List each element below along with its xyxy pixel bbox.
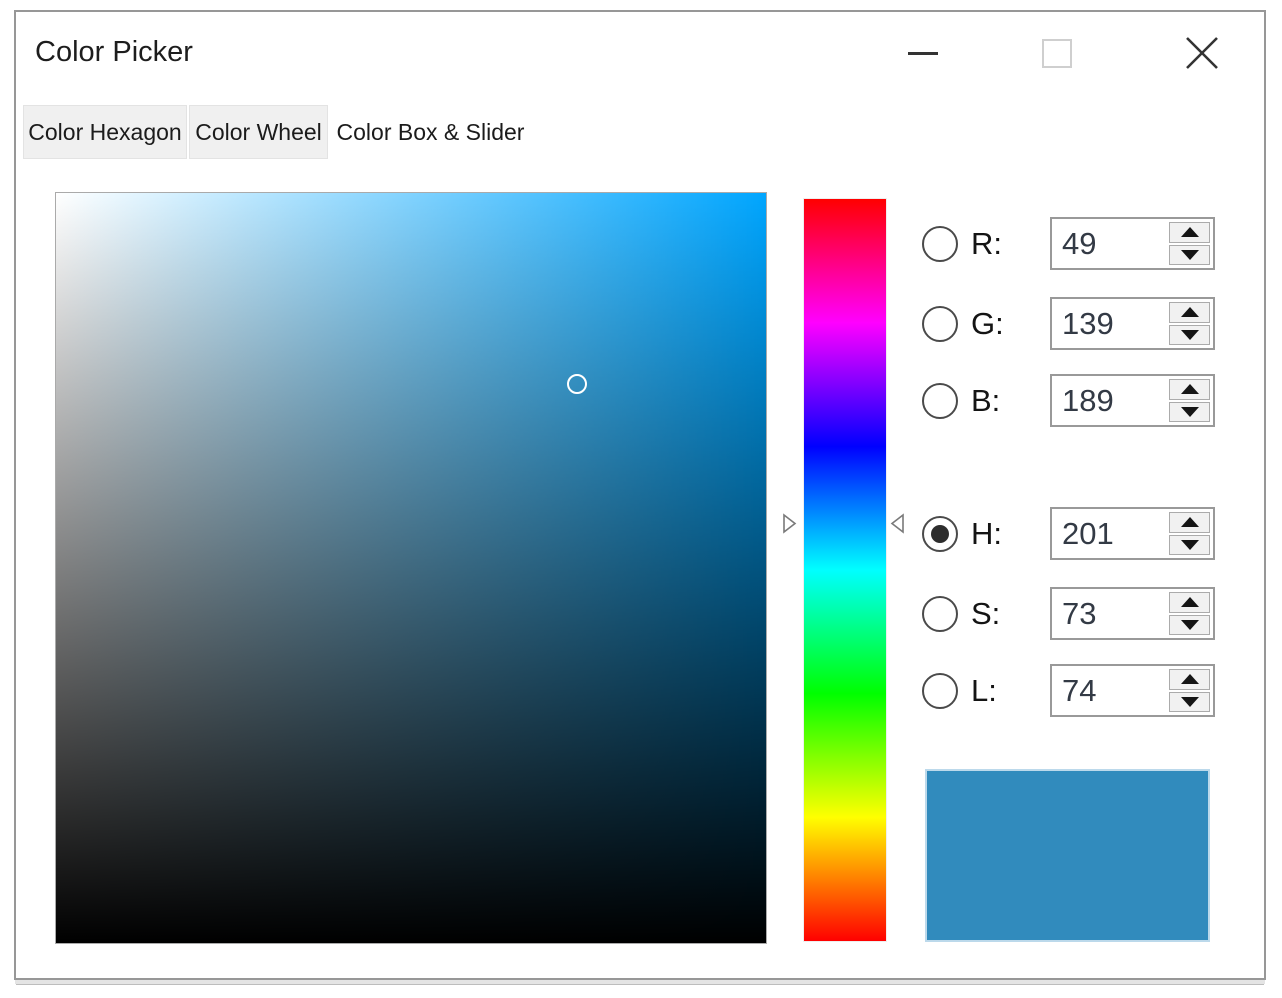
spin-up-icon — [1181, 307, 1199, 317]
saturation-spin-up-button[interactable] — [1169, 592, 1210, 613]
window-title: Color Picker — [35, 36, 193, 69]
spin-down-icon — [1181, 250, 1199, 260]
minimize-button[interactable] — [891, 24, 955, 82]
lightness-value-field[interactable]: 74 — [1052, 666, 1166, 715]
titlebar[interactable]: Color Picker — [16, 12, 1264, 92]
spin-down-icon — [1181, 620, 1199, 630]
spin-down-icon — [1181, 540, 1199, 550]
blue-spin-down-button[interactable] — [1169, 402, 1210, 423]
hue-slider[interactable] — [803, 198, 887, 942]
tab-color-hexagon[interactable]: Color Hexagon — [23, 105, 187, 159]
lightness-spin-up-button[interactable] — [1169, 669, 1210, 690]
red-spin-down-button[interactable] — [1169, 245, 1210, 266]
channel-row-blue: B: 189 — [922, 374, 1215, 427]
spin-down-icon — [1181, 407, 1199, 417]
blue-label: B: — [971, 383, 1000, 419]
green-spin-up-button[interactable] — [1169, 302, 1210, 323]
channel-row-red: R: 49 — [922, 217, 1215, 270]
channel-row-hue: H: 201 — [922, 507, 1215, 560]
lightness-label: L: — [971, 673, 997, 709]
spin-up-icon — [1181, 227, 1199, 237]
hue-spin-up-button[interactable] — [1169, 512, 1210, 533]
channel-row-lightness: L: 74 — [922, 664, 1215, 717]
radio-red[interactable] — [922, 226, 958, 262]
maximize-icon — [1042, 39, 1072, 68]
red-label: R: — [971, 226, 1002, 262]
tab-color-box-slider[interactable]: Color Box & Slider — [329, 99, 532, 165]
channel-row-green: G: 139 — [922, 297, 1215, 350]
color-box-marker[interactable] — [567, 374, 587, 394]
spin-up-icon — [1181, 674, 1199, 684]
blue-value-field[interactable]: 189 — [1052, 376, 1166, 425]
channel-row-saturation: S: 73 — [922, 587, 1215, 640]
spin-down-icon — [1181, 330, 1199, 340]
hue-slider-right-handle-icon[interactable] — [889, 513, 905, 534]
saturation-label: S: — [971, 596, 1000, 632]
green-value-field[interactable]: 139 — [1052, 299, 1166, 348]
green-spin-down-button[interactable] — [1169, 325, 1210, 346]
hue-spinbox[interactable]: 201 — [1050, 507, 1215, 560]
green-label: G: — [971, 306, 1004, 342]
green-spinbox[interactable]: 139 — [1050, 297, 1215, 350]
spin-up-icon — [1181, 517, 1199, 527]
maximize-button[interactable] — [1025, 24, 1089, 82]
spin-up-icon — [1181, 384, 1199, 394]
hue-label: H: — [971, 516, 1002, 552]
hue-value-field[interactable]: 201 — [1052, 509, 1166, 558]
red-spinbox[interactable]: 49 — [1050, 217, 1215, 270]
radio-lightness[interactable] — [922, 673, 958, 709]
lightness-spinbox[interactable]: 74 — [1050, 664, 1215, 717]
blue-spinbox[interactable]: 189 — [1050, 374, 1215, 427]
color-picker-window: Color Picker Color Hexagon Color Wheel C… — [14, 10, 1266, 980]
red-value-field[interactable]: 49 — [1052, 219, 1166, 268]
close-icon — [1184, 35, 1220, 71]
blue-spin-up-button[interactable] — [1169, 379, 1210, 400]
radio-hue[interactable] — [922, 516, 958, 552]
radio-blue[interactable] — [922, 383, 958, 419]
lightness-spin-down-button[interactable] — [1169, 692, 1210, 713]
hue-spin-down-button[interactable] — [1169, 535, 1210, 556]
red-spin-up-button[interactable] — [1169, 222, 1210, 243]
close-button[interactable] — [1170, 24, 1234, 82]
spin-up-icon — [1181, 597, 1199, 607]
color-swatch — [925, 769, 1210, 942]
tab-color-wheel[interactable]: Color Wheel — [189, 105, 328, 159]
radio-green[interactable] — [922, 306, 958, 342]
saturation-spin-down-button[interactable] — [1169, 615, 1210, 636]
radio-saturation[interactable] — [922, 596, 958, 632]
minimize-icon — [908, 52, 938, 55]
spin-down-icon — [1181, 697, 1199, 707]
hue-slider-left-handle-icon[interactable] — [782, 513, 798, 534]
saturation-value-field[interactable]: 73 — [1052, 589, 1166, 638]
saturation-spinbox[interactable]: 73 — [1050, 587, 1215, 640]
saturation-value-box[interactable] — [55, 192, 767, 944]
